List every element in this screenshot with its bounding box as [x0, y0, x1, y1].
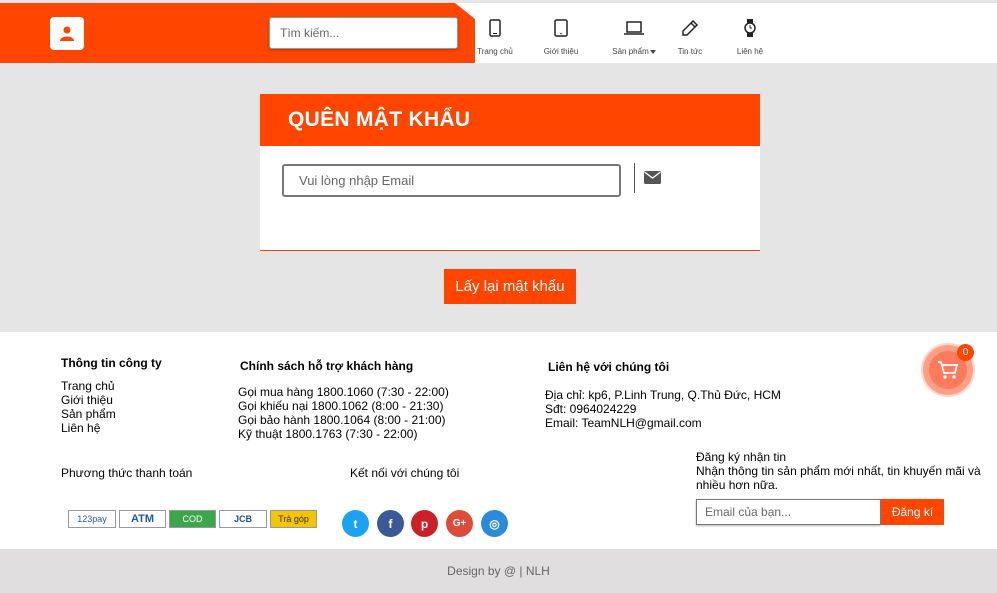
page-title: QUÊN MẬT KHẨU: [288, 108, 471, 131]
tablet-icon: [554, 19, 568, 37]
list-item: Trang chủ: [61, 379, 116, 393]
nav-item-news[interactable]: Tin tức: [660, 19, 720, 59]
list-item: Gọi bảo hành 1800.1064 (8:00 - 21:00): [238, 413, 446, 427]
nav-label-contact: Liên hệ: [736, 47, 764, 56]
twitter-icon[interactable]: t: [342, 510, 369, 537]
pinterest-icon[interactable]: p: [411, 510, 438, 537]
payment-cod: COD: [169, 510, 216, 528]
cart-count-badge: 0: [957, 344, 974, 361]
list-item: Sđt: 0964024229: [545, 402, 637, 416]
user-account-button[interactable]: [50, 17, 84, 50]
list-item: Email: TeamNLH@gmail.com: [545, 416, 702, 430]
list-item: Gọi mua hàng 1800.1060 (7:30 - 22:00): [238, 385, 449, 399]
newsletter-title: Đăng ký nhận tin: [696, 450, 787, 464]
social-title: Kết nối với chúng tôi: [350, 466, 460, 480]
smartphone-icon: [489, 19, 501, 37]
payment-123pay: 123pay: [68, 510, 116, 528]
newsletter-email-input[interactable]: [696, 499, 881, 525]
nav-label-news: Tin tức: [677, 47, 703, 56]
nav-label-home: Trang chủ: [477, 47, 513, 56]
facebook-icon[interactable]: f: [377, 510, 404, 537]
nav-label-about: Giới thiệu: [543, 47, 579, 56]
list-item: Gọi khiếu nại 1800.1062 (8:00 - 21:30): [238, 399, 444, 413]
footer: Thông tin công ty Trang chủ Giới thiệu S…: [0, 332, 997, 549]
pen-icon: [682, 19, 699, 36]
list-item: Giới thiệu: [61, 393, 116, 407]
newsletter-description: Nhận thông tin sản phẩm mới nhất, tin kh…: [696, 464, 981, 492]
divider: [634, 163, 635, 193]
copyright-text: Design by @ | NLH: [447, 564, 550, 578]
header: Trang chủ Giới thiệu Sản phẩm Tin tức Li…: [0, 3, 997, 63]
payment-jcb: JCB: [219, 510, 267, 528]
footer-link-home[interactable]: Trang chủ: [61, 379, 115, 393]
chevron-down-icon: [649, 49, 656, 54]
nav-item-products[interactable]: Sản phẩm: [604, 19, 664, 59]
main-content: QUÊN MẬT KHẨU Lấy lại mật khẩu: [0, 63, 997, 332]
email-field[interactable]: [282, 164, 621, 197]
payment-atm: ATM: [119, 510, 166, 528]
nav-label-products: Sản phẩm: [612, 47, 656, 56]
list-item: Sản phẩm: [61, 407, 116, 421]
search-input[interactable]: [269, 17, 458, 49]
list-item: Địa chỉ: kp6, P.Linh Trung, Q.Thủ Đức, H…: [545, 388, 781, 402]
nav-item-contact[interactable]: Liên hệ: [720, 19, 780, 59]
company-info-title: Thông tin công ty: [61, 356, 162, 370]
laptop-icon: [624, 21, 644, 35]
subscribe-button[interactable]: Đăng kí: [881, 499, 944, 525]
contact-list: Địa chỉ: kp6, P.Linh Trung, Q.Thủ Đức, H…: [545, 388, 781, 430]
payment-methods-title: Phương thức thanh toán: [61, 466, 193, 480]
nav-item-home[interactable]: Trang chủ: [465, 19, 525, 59]
list-item: Liên hệ: [61, 421, 116, 435]
shopping-cart-icon: [938, 361, 959, 379]
forgot-password-card: QUÊN MẬT KHẨU: [260, 94, 760, 251]
nav-item-about[interactable]: Giới thiệu: [531, 19, 591, 59]
support-policy-list: Gọi mua hàng 1800.1060 (7:30 - 22:00) Gọ…: [238, 385, 449, 441]
card-header: QUÊN MẬT KHẨU: [260, 94, 760, 146]
list-item: Kỹ thuật 1800.1763 (7:30 - 22:00): [238, 427, 418, 441]
contact-title: Liên hệ với chúng tôi: [548, 360, 670, 374]
recover-password-button[interactable]: Lấy lại mật khẩu: [444, 269, 576, 304]
payment-installment: Trả góp: [270, 510, 317, 528]
footer-link-products[interactable]: Sản phẩm: [61, 407, 116, 421]
footer-link-about[interactable]: Giới thiệu: [61, 393, 113, 407]
google-plus-icon[interactable]: G+: [446, 510, 473, 537]
footer-link-contact[interactable]: Liên hệ: [61, 421, 100, 435]
company-links: Trang chủ Giới thiệu Sản phẩm Liên hệ: [61, 379, 116, 435]
copyright-bar: Design by @ | NLH: [0, 549, 997, 593]
user-icon: [60, 26, 74, 41]
instagram-icon[interactable]: ◎: [481, 510, 508, 537]
watch-icon: [744, 19, 756, 37]
envelope-icon: [644, 171, 661, 184]
support-policy-title: Chính sách hỗ trợ khách hàng: [240, 359, 414, 373]
